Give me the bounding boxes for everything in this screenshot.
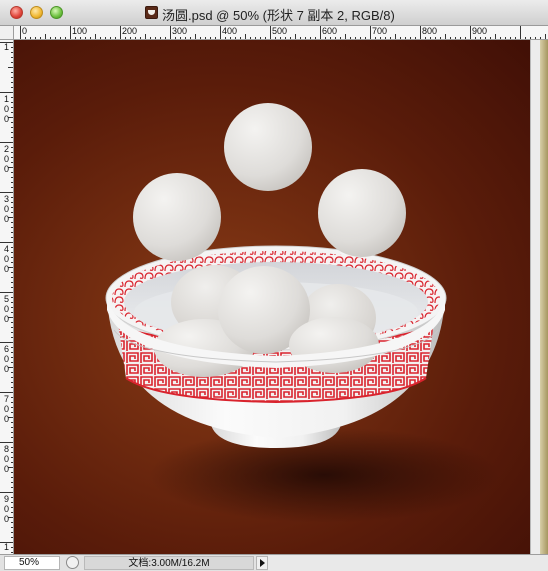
bowl-shadow — [149, 427, 499, 523]
h-ruler-label: 100 — [72, 26, 88, 36]
v-ruler-label: 1 — [3, 542, 9, 552]
ruler-origin[interactable] — [0, 26, 14, 40]
minimize-button[interactable] — [30, 6, 43, 19]
h-ruler-label: 200 — [122, 26, 138, 36]
vertical-ruler[interactable]: 1 100 200 300 400 500 600 700 800 900 1 — [0, 40, 14, 554]
v-ruler-label: 300 — [3, 194, 9, 224]
document-canvas[interactable] — [14, 40, 530, 554]
h-ruler-label: 700 — [372, 26, 388, 36]
v-ruler-label: 100 — [3, 94, 9, 124]
close-button[interactable] — [10, 6, 23, 19]
h-ruler-label: 400 — [222, 26, 238, 36]
desktop-background-strip — [540, 40, 548, 554]
h-ruler-label: 600 — [322, 26, 338, 36]
status-bar: 50% 文档:3.00M/16.2M — [0, 554, 548, 571]
h-ruler-label: 900 — [472, 26, 488, 36]
status-info-icon[interactable] — [66, 556, 79, 569]
floating-tangyuan-ball — [224, 103, 312, 191]
v-ruler-label: 200 — [3, 144, 9, 174]
zoom-button[interactable] — [50, 6, 63, 19]
v-ruler-label: 800 — [3, 444, 9, 474]
h-ruler-label: 500 — [272, 26, 288, 36]
v-ruler-label: 1 — [3, 42, 9, 52]
h-ruler-label: 800 — [422, 26, 438, 36]
status-menu-arrow-icon[interactable] — [256, 556, 268, 570]
horizontal-scrollbar[interactable] — [268, 555, 548, 571]
psd-file-icon — [145, 6, 158, 19]
photoshop-document-window: 汤圆.psd @ 50% (形状 7 副本 2, RGB/8) 0 100 20… — [0, 0, 548, 571]
v-ruler-label: 700 — [3, 394, 9, 424]
floating-tangyuan-ball — [318, 169, 406, 257]
title-bar[interactable]: 汤圆.psd @ 50% (形状 7 副本 2, RGB/8) — [0, 0, 548, 26]
v-ruler-label: 500 — [3, 294, 9, 324]
floating-tangyuan-ball — [133, 173, 221, 261]
zoom-level-field[interactable]: 50% — [4, 556, 60, 570]
v-ruler-label: 600 — [3, 344, 9, 374]
tangyuan-artwork — [105, 103, 499, 523]
v-ruler-label: 400 — [3, 244, 9, 274]
h-ruler-label: 300 — [172, 26, 188, 36]
horizontal-ruler[interactable]: 0 100 200 300 400 500 600 700 800 900 — [14, 26, 548, 40]
document-size-info[interactable]: 文档:3.00M/16.2M — [84, 556, 254, 570]
h-ruler-label: 0 — [22, 26, 28, 36]
v-ruler-label: 900 — [3, 494, 9, 524]
window-title: 汤圆.psd @ 50% (形状 7 副本 2, RGB/8) — [162, 8, 395, 23]
